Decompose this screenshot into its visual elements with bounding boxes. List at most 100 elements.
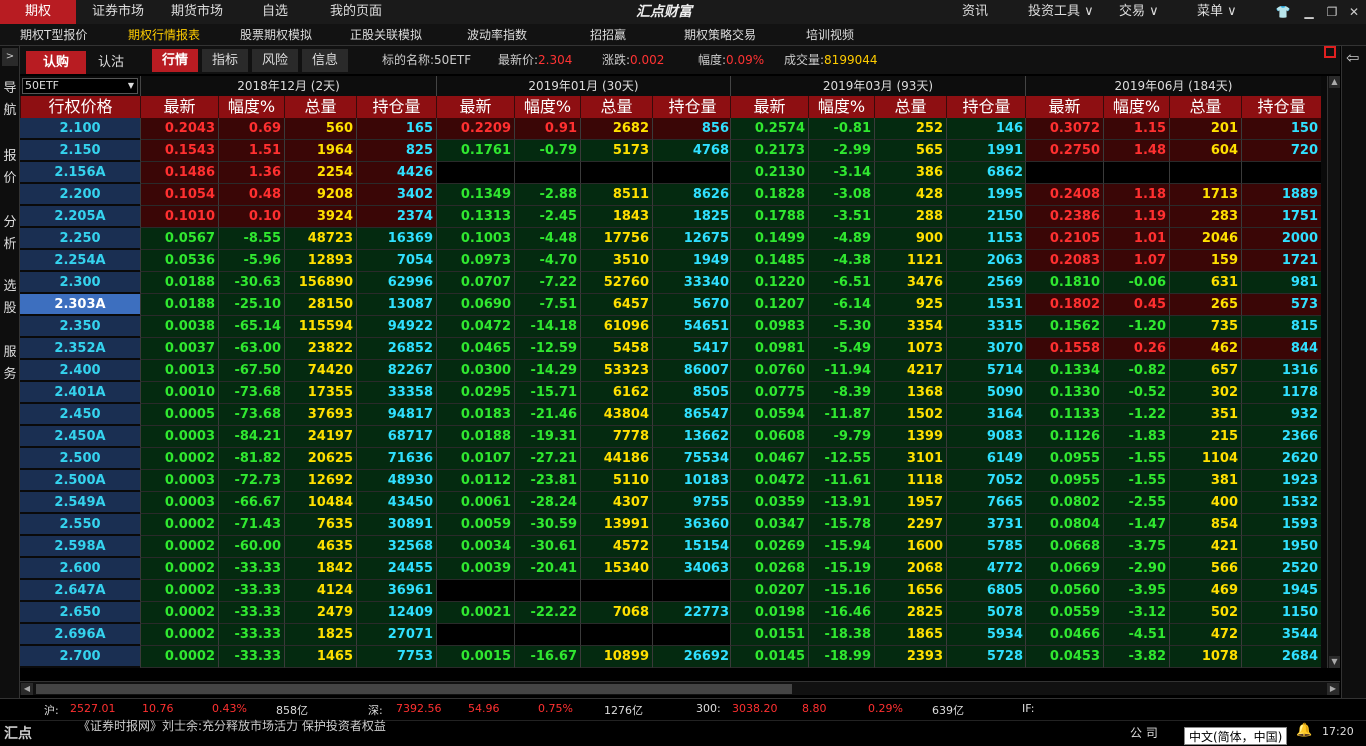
table-row[interactable]: 2.450A 0.0003 -84.21 24197 68717 0.0188 -19.31…	[20, 426, 1327, 448]
volume-cell[interactable]: 17756	[580, 228, 652, 250]
volume-cell[interactable]: 12893	[284, 250, 356, 272]
last-price-cell[interactable]: 0.0112	[436, 470, 514, 492]
open-interest-cell[interactable]: 8626	[652, 184, 732, 206]
volume-cell[interactable]: 2393	[874, 646, 946, 668]
change-pct-cell[interactable]: -15.71	[514, 382, 580, 404]
table-row[interactable]: 2.254A 0.0536 -5.96 12893 7054 0.0973 -4.70 351…	[20, 250, 1327, 272]
volume-cell[interactable]: 1121	[874, 250, 946, 272]
change-pct-cell[interactable]: -67.50	[218, 360, 284, 382]
column-header[interactable]: 最新	[730, 96, 808, 118]
open-interest-cell[interactable]: 15154	[652, 536, 732, 558]
last-price-cell[interactable]: 0.0010	[140, 382, 218, 404]
column-header[interactable]: 总量	[284, 96, 356, 118]
last-price-cell[interactable]: 0.0668	[1025, 536, 1103, 558]
open-interest-cell[interactable]: 1995	[946, 184, 1026, 206]
open-interest-cell[interactable]: 1949	[652, 250, 732, 272]
volume-cell[interactable]: 1118	[874, 470, 946, 492]
change-pct-cell[interactable]: -63.00	[218, 338, 284, 360]
volume-cell[interactable]: 61096	[580, 316, 652, 338]
call-button[interactable]: 认购	[26, 51, 86, 74]
open-interest-cell[interactable]: 5785	[946, 536, 1026, 558]
last-price-cell[interactable]: 0.0760	[730, 360, 808, 382]
strike-price[interactable]: 2.500	[20, 448, 140, 469]
change-pct-cell[interactable]: -33.33	[218, 646, 284, 668]
underlying-select[interactable]: 50ETF ▼	[22, 78, 138, 94]
open-interest-cell[interactable]: 3731	[946, 514, 1026, 536]
last-price-cell[interactable]: 0.1485	[730, 250, 808, 272]
volume-cell[interactable]: 7068	[580, 602, 652, 624]
volume-cell[interactable]: 400	[1169, 492, 1241, 514]
tab-futures[interactable]: 期货市场	[171, 0, 223, 24]
change-pct-cell[interactable]: -3.14	[808, 162, 874, 184]
strike-header[interactable]: 行权价格	[20, 96, 140, 118]
last-price-cell[interactable]: 0.1828	[730, 184, 808, 206]
open-interest-cell[interactable]: 1991	[946, 140, 1026, 162]
open-interest-cell[interactable]: 8505	[652, 382, 732, 404]
empty-cell[interactable]	[580, 580, 652, 602]
change-pct-cell[interactable]: -12.59	[514, 338, 580, 360]
volume-cell[interactable]: 4124	[284, 580, 356, 602]
last-price-cell[interactable]: 0.1313	[436, 206, 514, 228]
volume-cell[interactable]: 469	[1169, 580, 1241, 602]
open-interest-cell[interactable]: 6149	[946, 448, 1026, 470]
close-icon[interactable]: ✕	[1344, 2, 1364, 22]
last-price-cell[interactable]: 0.1349	[436, 184, 514, 206]
strike-price[interactable]: 2.350	[20, 316, 140, 337]
change-pct-cell[interactable]: -18.99	[808, 646, 874, 668]
table-row[interactable]: 2.350 0.0038 -65.14 115594 94922 0.0472 -14.18…	[20, 316, 1327, 338]
open-interest-cell[interactable]: 165	[356, 118, 436, 140]
change-pct-cell[interactable]: -23.81	[514, 470, 580, 492]
change-pct-cell[interactable]: -2.90	[1103, 558, 1169, 580]
open-interest-cell[interactable]: 4772	[946, 558, 1026, 580]
change-pct-cell[interactable]: -12.55	[808, 448, 874, 470]
submenu-training-video[interactable]: 培训视频	[806, 24, 854, 46]
change-pct-cell[interactable]: 1.01	[1103, 228, 1169, 250]
volume-cell[interactable]: 4635	[284, 536, 356, 558]
month-header[interactable]: 2018年12月 (2天)	[140, 76, 436, 96]
empty-cell[interactable]	[652, 624, 732, 646]
column-header[interactable]: 持仓量	[356, 96, 436, 118]
change-pct-cell[interactable]: -3.51	[808, 206, 874, 228]
month-header[interactable]: 2019年06月 (184天)	[1025, 76, 1321, 96]
last-price-cell[interactable]: 0.0981	[730, 338, 808, 360]
tab-watchlist[interactable]: 自选	[262, 0, 288, 24]
submenu-t-quote[interactable]: 期权T型报价	[20, 24, 87, 46]
change-pct-cell[interactable]: -3.08	[808, 184, 874, 206]
change-pct-cell[interactable]: -11.94	[808, 360, 874, 382]
table-row[interactable]: 2.401A 0.0010 -73.68 17355 33358 0.0295 -15.71…	[20, 382, 1327, 404]
open-interest-cell[interactable]: 1178	[1241, 382, 1321, 404]
volume-cell[interactable]: 2254	[284, 162, 356, 184]
change-pct-cell[interactable]: -8.39	[808, 382, 874, 404]
scroll-right-icon[interactable]: ▶	[1327, 683, 1339, 695]
change-pct-cell[interactable]: 1.36	[218, 162, 284, 184]
open-interest-cell[interactable]: 26852	[356, 338, 436, 360]
change-pct-cell[interactable]: -11.61	[808, 470, 874, 492]
last-price-cell[interactable]: 0.0472	[436, 316, 514, 338]
volume-cell[interactable]: 1964	[284, 140, 356, 162]
table-row[interactable]: 2.550 0.0002 -71.43 7635 30891 0.0059 -30.59 13…	[20, 514, 1327, 536]
last-price-cell[interactable]: 0.0198	[730, 602, 808, 624]
volume-cell[interactable]: 925	[874, 294, 946, 316]
column-header[interactable]: 最新	[1025, 96, 1103, 118]
volume-cell[interactable]: 386	[874, 162, 946, 184]
strike-price[interactable]: 2.500A	[20, 470, 140, 491]
submenu-stock-option-sim[interactable]: 股票期权模拟	[240, 24, 312, 46]
volume-cell[interactable]: 6162	[580, 382, 652, 404]
nav-analysis[interactable]: 分析	[2, 212, 18, 256]
change-pct-cell[interactable]: -5.30	[808, 316, 874, 338]
open-interest-cell[interactable]: 2684	[1241, 646, 1321, 668]
table-row[interactable]: 2.600 0.0002 -33.33 1842 24455 0.0039 -20.41 15…	[20, 558, 1327, 580]
last-price-cell[interactable]: 0.0005	[140, 404, 218, 426]
change-pct-cell[interactable]: -5.96	[218, 250, 284, 272]
change-pct-cell[interactable]: -15.16	[808, 580, 874, 602]
table-row[interactable]: 2.100 0.2043 0.69 560 165 0.2209 0.91 2682 856 0.…	[20, 118, 1327, 140]
empty-cell[interactable]	[436, 162, 514, 184]
volume-cell[interactable]: 854	[1169, 514, 1241, 536]
volume-cell[interactable]: 631	[1169, 272, 1241, 294]
change-pct-cell[interactable]: -14.18	[514, 316, 580, 338]
scroll-thumb[interactable]	[36, 684, 792, 694]
submenu-volatility-index[interactable]: 波动率指数	[467, 24, 527, 46]
change-pct-cell[interactable]: -6.14	[808, 294, 874, 316]
open-interest-cell[interactable]: 9755	[652, 492, 732, 514]
last-price-cell[interactable]: 0.0003	[140, 470, 218, 492]
